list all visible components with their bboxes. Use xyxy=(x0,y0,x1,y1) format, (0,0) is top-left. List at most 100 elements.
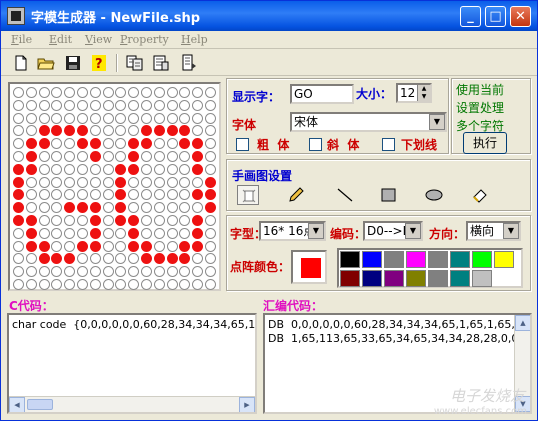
menu-view[interactable]: View xyxy=(85,33,112,46)
maximize-button[interactable]: □ xyxy=(485,6,506,27)
pixel-on[interactable] xyxy=(77,202,88,214)
pixel-off[interactable] xyxy=(192,266,204,278)
pixel-on[interactable] xyxy=(51,253,63,265)
pixel-off[interactable] xyxy=(128,99,140,111)
pixel-off[interactable] xyxy=(38,266,50,278)
pixel-off[interactable] xyxy=(102,279,114,290)
copy-font-icon[interactable] xyxy=(125,53,145,73)
pixel-off[interactable] xyxy=(25,125,37,137)
pixel-on[interactable] xyxy=(141,125,152,137)
pixel-off[interactable] xyxy=(153,176,165,188)
pixel-off[interactable] xyxy=(51,151,63,162)
pixel-off[interactable] xyxy=(77,151,88,162)
pixel-off[interactable] xyxy=(89,99,101,111)
pixel-off[interactable] xyxy=(102,240,114,252)
minimize-button[interactable]: _ xyxy=(460,6,481,27)
pixel-off[interactable] xyxy=(205,227,216,239)
ellipse-icon[interactable] xyxy=(423,185,445,205)
pixel-off[interactable] xyxy=(25,99,37,111)
pixel-off[interactable] xyxy=(192,202,204,214)
pixel-on[interactable] xyxy=(128,138,140,150)
pixel-off[interactable] xyxy=(192,99,204,111)
glyph-select[interactable]: 16* 16点 ▼ xyxy=(259,221,326,241)
pixel-on[interactable] xyxy=(192,151,204,162)
pixel-off[interactable] xyxy=(77,99,88,111)
pixel-off[interactable] xyxy=(128,202,140,214)
pixel-on[interactable] xyxy=(179,125,191,137)
rectangle-icon[interactable] xyxy=(378,185,400,205)
pixel-on[interactable] xyxy=(77,240,88,252)
help-icon[interactable]: ? xyxy=(89,53,109,73)
pixel-on[interactable] xyxy=(192,240,204,252)
pixel-on[interactable] xyxy=(13,215,24,226)
pixel-on[interactable] xyxy=(179,138,191,150)
pixel-off[interactable] xyxy=(192,253,204,265)
palette-swatch[interactable] xyxy=(406,270,426,287)
pixel-off[interactable] xyxy=(153,227,165,239)
pixel-off[interactable] xyxy=(64,227,76,239)
pencil-icon[interactable] xyxy=(286,185,308,205)
dot-matrix-panel[interactable] xyxy=(8,82,221,291)
pixel-off[interactable] xyxy=(166,99,178,111)
display-char-input[interactable]: GO xyxy=(290,84,354,104)
pixel-on[interactable] xyxy=(89,138,101,150)
pixel-on[interactable] xyxy=(128,163,140,175)
palette-swatch[interactable] xyxy=(384,251,404,268)
pixel-off[interactable] xyxy=(192,125,204,137)
pixel-off[interactable] xyxy=(205,279,216,290)
pixel-off[interactable] xyxy=(205,99,216,111)
pixel-off[interactable] xyxy=(64,138,76,150)
chevron-down-icon[interactable]: ▼ xyxy=(503,223,519,239)
pixel-on[interactable] xyxy=(25,151,37,162)
pixel-off[interactable] xyxy=(205,112,216,124)
pixel-off[interactable] xyxy=(179,279,191,290)
pixel-off[interactable] xyxy=(166,138,178,150)
pixel-off[interactable] xyxy=(115,99,127,111)
pixel-off[interactable] xyxy=(179,176,191,188)
pixel-off[interactable] xyxy=(179,202,191,214)
menu-edit[interactable]: Edit xyxy=(49,33,72,46)
pixel-off[interactable] xyxy=(179,151,191,162)
pixel-off[interactable] xyxy=(141,112,152,124)
pixel-off[interactable] xyxy=(141,176,152,188)
pixel-off[interactable] xyxy=(128,266,140,278)
pixel-off[interactable] xyxy=(153,215,165,226)
c-code-hscrollbar[interactable]: ◀ ▶ xyxy=(9,396,255,412)
pixel-off[interactable] xyxy=(51,99,63,111)
pixel-on[interactable] xyxy=(128,240,140,252)
pixel-on[interactable] xyxy=(89,240,101,252)
pixel-on[interactable] xyxy=(89,151,101,162)
pixel-off[interactable] xyxy=(77,215,88,226)
pixel-off[interactable] xyxy=(77,253,88,265)
pixel-off[interactable] xyxy=(89,176,101,188)
pixel-off[interactable] xyxy=(141,99,152,111)
pixel-off[interactable] xyxy=(115,138,127,150)
underline-checkbox[interactable] xyxy=(382,138,395,151)
menu-property[interactable]: Property xyxy=(120,33,169,46)
pixel-off[interactable] xyxy=(25,87,37,98)
pixel-off[interactable] xyxy=(102,189,114,201)
pixel-off[interactable] xyxy=(205,163,216,175)
pixel-off[interactable] xyxy=(25,189,37,201)
pixel-off[interactable] xyxy=(13,99,24,111)
pixel-on[interactable] xyxy=(192,163,204,175)
pixel-on[interactable] xyxy=(25,227,37,239)
pixel-on[interactable] xyxy=(13,202,24,214)
pixel-on[interactable] xyxy=(166,125,178,137)
pixel-off[interactable] xyxy=(13,253,24,265)
pixel-off[interactable] xyxy=(25,202,37,214)
pixel-off[interactable] xyxy=(77,266,88,278)
pixel-on[interactable] xyxy=(115,202,127,214)
pixel-off[interactable] xyxy=(38,99,50,111)
pixel-off[interactable] xyxy=(102,176,114,188)
pixel-on[interactable] xyxy=(13,176,24,188)
close-button[interactable]: ✕ xyxy=(510,6,531,27)
pixel-off[interactable] xyxy=(89,87,101,98)
pixel-off[interactable] xyxy=(102,125,114,137)
pixel-off[interactable] xyxy=(141,189,152,201)
pixel-off[interactable] xyxy=(77,176,88,188)
pixel-off[interactable] xyxy=(51,163,63,175)
pixel-off[interactable] xyxy=(51,227,63,239)
pixel-off[interactable] xyxy=(25,253,37,265)
scroll-thumb[interactable] xyxy=(27,399,53,410)
